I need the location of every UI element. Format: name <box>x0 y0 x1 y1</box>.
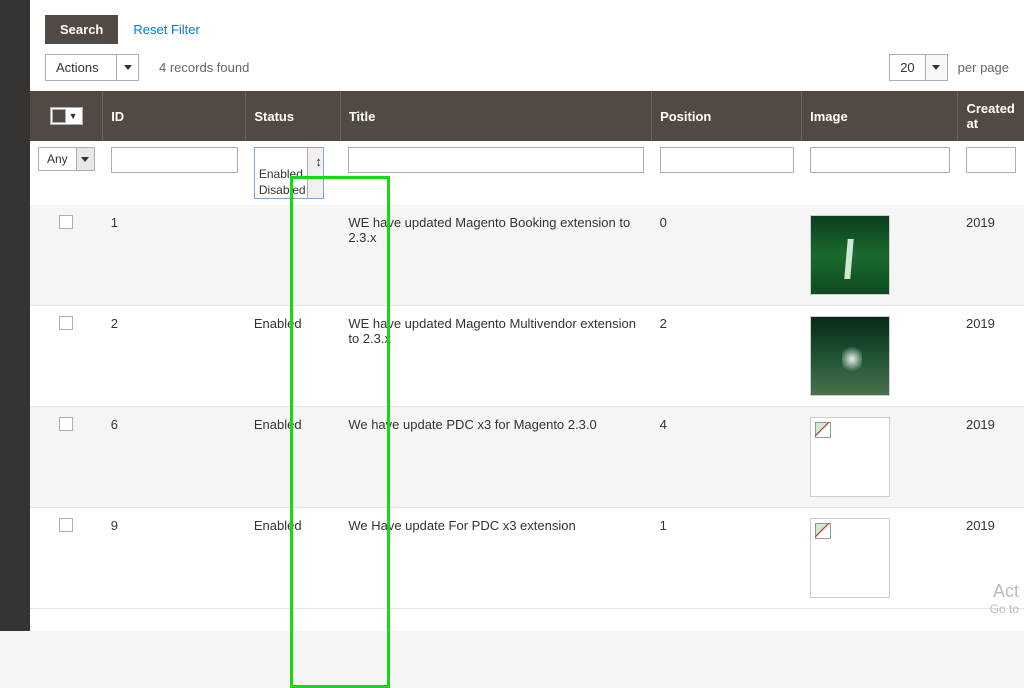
filter-title-input[interactable] <box>348 147 643 173</box>
filter-image-input[interactable] <box>810 147 950 173</box>
thumbnail-image <box>810 215 890 295</box>
filter-position-input[interactable] <box>660 147 794 173</box>
cell-title: WE have updated Magento Booking extensio… <box>340 205 651 306</box>
cell-status: Enabled <box>246 508 340 609</box>
filter-select-any[interactable]: Any <box>38 147 95 171</box>
col-header-title[interactable]: Title <box>340 91 651 141</box>
row-checkbox[interactable] <box>59 518 73 532</box>
cell-status: Enabled <box>246 306 340 407</box>
filter-id-input[interactable] <box>111 147 238 173</box>
cursor-icon: ↕ <box>315 154 322 169</box>
cell-status: Enabled <box>246 407 340 508</box>
filter-any-label: Any <box>39 148 76 170</box>
cell-id: 1 <box>103 205 246 306</box>
activate-windows-hint: Act Go to <box>990 581 1024 616</box>
filter-status-dropdown[interactable]: Enabled Disabled ↕ <box>254 147 324 199</box>
col-header-position[interactable]: Position <box>652 91 802 141</box>
row-checkbox[interactable] <box>59 316 73 330</box>
filter-created-input[interactable] <box>966 147 1016 173</box>
activate-line2: Go to <box>990 602 1019 616</box>
cell-position: 4 <box>652 407 802 508</box>
col-header-select: ▼ <box>30 91 103 141</box>
activate-line1: Act <box>990 581 1019 602</box>
cell-image <box>802 508 958 609</box>
cell-created: 2019 <box>958 407 1024 508</box>
actions-label: Actions <box>46 55 116 80</box>
admin-sidebar <box>0 0 30 631</box>
col-header-id[interactable]: ID <box>103 91 246 141</box>
cell-title: We Have update For PDC x3 extension <box>340 508 651 609</box>
row-checkbox[interactable] <box>59 215 73 229</box>
thumbnail-broken-icon <box>810 518 890 598</box>
reset-filter-link[interactable]: Reset Filter <box>133 22 199 37</box>
cell-created: 2019 <box>958 306 1024 407</box>
records-count: 4 records found <box>159 60 249 75</box>
thumbnail-broken-icon <box>810 417 890 497</box>
cell-title: WE have updated Magento Multivendor exte… <box>340 306 651 407</box>
col-header-image[interactable]: Image <box>802 91 958 141</box>
select-all-toggle[interactable]: ▼ <box>50 107 83 125</box>
per-page-label: per page <box>958 60 1009 75</box>
data-grid: ▼ ID Status Title Position Image Created… <box>30 91 1024 609</box>
cell-status <box>246 205 340 306</box>
cell-image <box>802 306 958 407</box>
table-row: 1 WE have updated Magento Booking extens… <box>30 205 1024 306</box>
cell-image <box>802 407 958 508</box>
cell-position: 0 <box>652 205 802 306</box>
page-size-select[interactable]: 20 <box>889 54 947 81</box>
page-size-value: 20 <box>890 55 924 80</box>
cell-image <box>802 205 958 306</box>
table-row: 2 Enabled WE have updated Magento Multiv… <box>30 306 1024 407</box>
search-button[interactable]: Search <box>45 15 118 44</box>
cell-id: 6 <box>103 407 246 508</box>
actions-caret-icon[interactable] <box>116 55 138 80</box>
cell-id: 2 <box>103 306 246 407</box>
cell-position: 1 <box>652 508 802 609</box>
page-size-caret-icon[interactable] <box>925 55 947 80</box>
cell-title: We have update PDC x3 for Magento 2.3.0 <box>340 407 651 508</box>
thumbnail-image <box>810 316 890 396</box>
table-row: 9 Enabled We Have update For PDC x3 exte… <box>30 508 1024 609</box>
table-row: 6 Enabled We have update PDC x3 for Mage… <box>30 407 1024 508</box>
filter-row: Any Enabled Disabled ↕ <box>30 141 1024 205</box>
cell-id: 9 <box>103 508 246 609</box>
col-header-created[interactable]: Created at <box>958 91 1024 141</box>
actions-dropdown[interactable]: Actions <box>45 54 139 81</box>
status-scroll-icon[interactable]: ↕ <box>307 148 323 198</box>
cell-created: 2019 <box>958 205 1024 306</box>
cell-position: 2 <box>652 306 802 407</box>
col-header-status[interactable]: Status <box>246 91 340 141</box>
row-checkbox[interactable] <box>59 417 73 431</box>
chevron-down-icon[interactable] <box>76 148 94 170</box>
